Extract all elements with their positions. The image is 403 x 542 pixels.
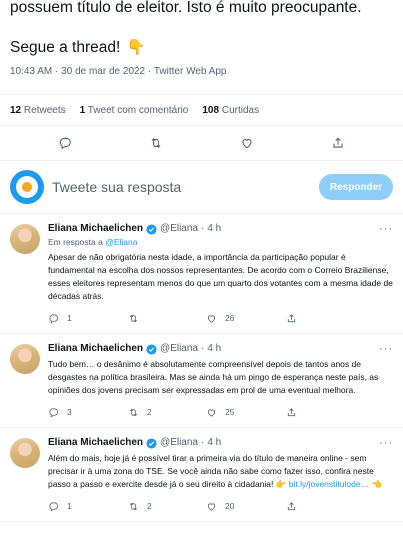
header-dot: · [201, 437, 205, 448]
tweet-header: Eliana Michaelichen @Eliana · 4 h ··· [48, 436, 393, 450]
like-icon [206, 501, 217, 512]
main-tweet-text-line1: possuem título de eleitor. Isto é muito … [10, 0, 362, 16]
tweet-stats: 12 Retweets 1 Tweet com comentário 108 C… [0, 95, 403, 125]
author-name[interactable]: Eliana Michaelichen [48, 342, 143, 356]
tweet-time[interactable]: 10:43 AM [10, 66, 52, 77]
author-handle[interactable]: @Eliana [160, 222, 198, 236]
retweet-action[interactable]: 2 [128, 501, 206, 512]
reply-composer: Responder [0, 161, 403, 213]
retweet-icon [128, 313, 139, 324]
share-icon [286, 501, 297, 512]
tweet-actions: 3 2 25 [48, 397, 393, 427]
tweet-text: Tudo bem… o desânimo é absolutamente com… [48, 359, 379, 395]
share-icon[interactable] [331, 136, 345, 150]
more-icon[interactable]: ··· [379, 436, 393, 450]
verified-badge-icon [146, 343, 157, 355]
reply-icon[interactable] [58, 136, 72, 150]
header-dot: · [201, 343, 205, 354]
author-name[interactable]: Eliana Michaelichen [48, 222, 143, 236]
like-action[interactable]: 20 [206, 501, 286, 512]
avatar [10, 170, 44, 204]
tweet-time[interactable]: 4 h [207, 436, 221, 450]
more-icon[interactable]: ··· [379, 222, 393, 236]
retweet-count: 2 [147, 501, 152, 511]
reply-action[interactable]: 1 [48, 313, 128, 324]
verified-badge-icon [146, 223, 157, 235]
tweet-meta: 10:43 AM · 30 de mar de 2022 · Twitter W… [10, 66, 393, 77]
meta-dot: · [55, 66, 59, 77]
like-icon [206, 313, 217, 324]
retweet-icon[interactable] [149, 136, 163, 150]
retweet-icon [128, 407, 139, 418]
reply-button[interactable]: Responder [319, 174, 393, 200]
avatar[interactable] [10, 224, 40, 254]
reply-icon [48, 501, 59, 512]
more-icon[interactable]: ··· [379, 342, 393, 356]
retweets-stat[interactable]: 12 Retweets [10, 105, 66, 116]
reply-count: 3 [67, 407, 72, 417]
tweet-time[interactable]: 4 h [207, 222, 221, 236]
retweet-count: 2 [147, 407, 152, 417]
like-count: 20 [225, 501, 235, 511]
main-tweet-text-line2: Segue a thread! 👇 [10, 38, 393, 58]
reply-icon [48, 313, 59, 324]
main-action-bar [0, 126, 403, 160]
reply-context: Em resposta a @Eliana [48, 237, 138, 247]
tweet-text: Além do mais, hoje já é possível tirar a… [48, 452, 393, 491]
reply-tweet[interactable]: Eliana Michaelichen @Eliana · 4 h ··· Tu… [0, 334, 403, 428]
tweet-actions: 1 2 20 [48, 491, 393, 521]
tweet-time[interactable]: 4 h [207, 342, 221, 356]
share-icon [286, 407, 297, 418]
retweet-icon [128, 501, 139, 512]
reply-tweet[interactable]: Eliana Michaelichen @Eliana · 4 h ··· Al… [0, 428, 403, 522]
tweet-source: Twitter Web App [153, 66, 227, 77]
share-action[interactable] [286, 313, 297, 324]
reply-icon [48, 407, 59, 418]
pointing-left-emoji: 👈 [371, 479, 383, 489]
reply-action[interactable]: 3 [48, 407, 128, 418]
tweet-text: Apesar de não obrigatória nesta idade, a… [48, 252, 393, 301]
avatar[interactable] [10, 344, 40, 374]
share-action[interactable] [286, 407, 297, 418]
reply-to-handle[interactable]: @Eliana [105, 237, 137, 247]
reply-count: 1 [67, 313, 72, 323]
tweet-header: Eliana Michaelichen @Eliana · 4 h ··· [48, 222, 393, 236]
like-icon [206, 407, 217, 418]
header-dot: · [201, 223, 205, 234]
like-action[interactable]: 26 [206, 313, 286, 324]
pointing-down-emoji: 👇 [126, 39, 146, 56]
author-handle[interactable]: @Eliana [160, 436, 198, 450]
tweet-header: Eliana Michaelichen @Eliana · 4 h ··· [48, 342, 393, 356]
meta-dot: · [147, 66, 152, 77]
pointing-right-emoji: 👉 [275, 479, 287, 489]
reply-input[interactable] [52, 179, 319, 195]
thread-label: Segue a thread! [10, 39, 121, 56]
reply-action[interactable]: 1 [48, 501, 128, 512]
author-handle[interactable]: @Eliana [160, 342, 198, 356]
likes-stat[interactable]: 108 Curtidas [202, 105, 259, 116]
reply-count: 1 [67, 501, 72, 511]
tweet-date[interactable]: 30 de mar de 2022 [61, 66, 145, 77]
like-count: 25 [225, 407, 235, 417]
share-action[interactable] [286, 501, 297, 512]
share-icon [286, 313, 297, 324]
retweet-action[interactable] [128, 313, 206, 324]
retweet-action[interactable]: 2 [128, 407, 206, 418]
tweet-actions: 1 26 [48, 303, 393, 333]
author-name[interactable]: Eliana Michaelichen [48, 436, 143, 450]
reply-tweet[interactable]: Eliana Michaelichen @Eliana · 4 h ··· Em… [0, 214, 403, 334]
tweet-link[interactable]: bit.ly/jovenstitulode… [289, 479, 369, 489]
verified-badge-icon [146, 437, 157, 449]
quotes-stat[interactable]: 1 Tweet com comentário [80, 105, 189, 116]
like-icon[interactable] [240, 136, 254, 150]
like-count: 26 [225, 313, 235, 323]
main-tweet: possuem título de eleitor. Isto é muito … [0, 0, 403, 77]
like-action[interactable]: 25 [206, 407, 286, 418]
avatar[interactable] [10, 438, 40, 468]
